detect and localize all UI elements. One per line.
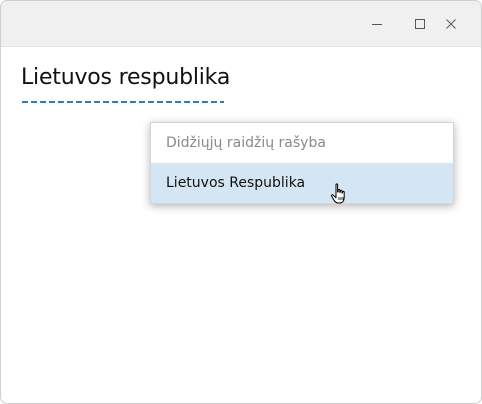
close-icon — [446, 19, 456, 29]
spelling-error-underline — [22, 101, 224, 103]
menu-header: Didžiųjų raidžių rašyba — [166, 135, 326, 151]
hand-pointer-icon — [330, 183, 345, 204]
close-button[interactable] — [435, 1, 467, 46]
document-text[interactable]: Lietuvos respublika — [21, 65, 230, 90]
maximize-button[interactable] — [404, 1, 436, 46]
minimize-button[interactable] — [361, 1, 393, 46]
title-bar — [1, 1, 481, 47]
suggestion-item[interactable]: Lietuvos Respublika — [151, 163, 453, 203]
maximize-icon — [415, 19, 425, 29]
spelling-suggestions-menu: Didžiųjų raidžių rašyba Lietuvos Respubl… — [150, 122, 454, 204]
minimize-icon — [372, 24, 382, 25]
